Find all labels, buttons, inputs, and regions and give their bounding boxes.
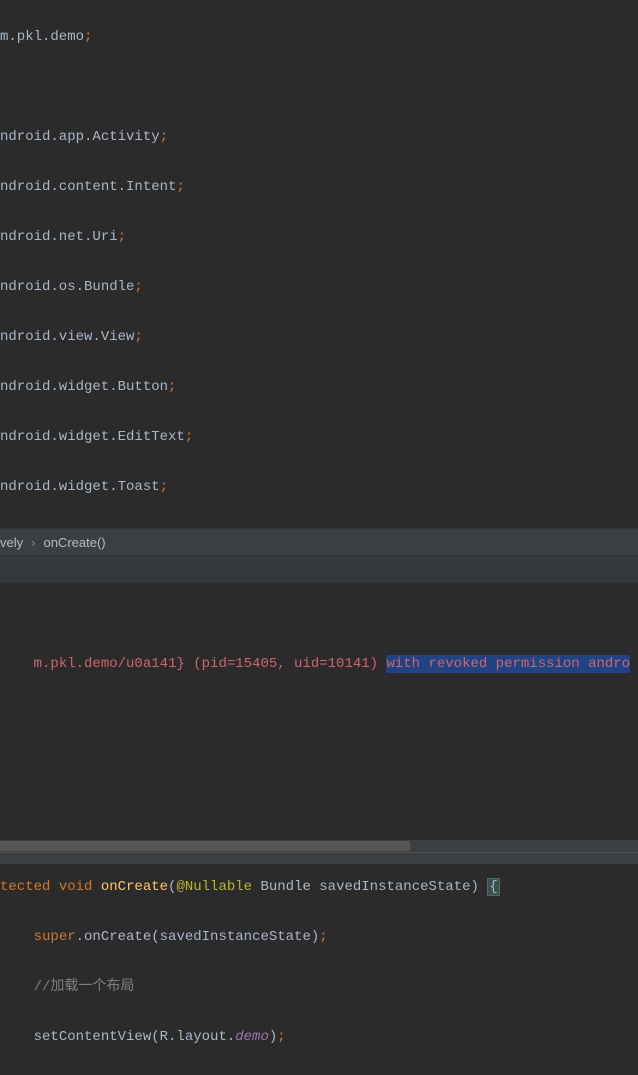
keyword: void xyxy=(59,879,101,895)
keyword: super xyxy=(34,929,76,945)
resource-ref: demo xyxy=(235,1029,269,1045)
horizontal-scrollbar[interactable] xyxy=(0,840,638,852)
call: .onCreate(savedInstanceState) xyxy=(76,929,320,945)
indent xyxy=(0,929,34,945)
import-text: ndroid.os.Bundle xyxy=(0,279,134,295)
status-bar xyxy=(0,852,638,864)
semicolon: ; xyxy=(319,929,327,945)
semicolon: ; xyxy=(160,479,168,495)
import-text: ndroid.widget.EditText xyxy=(0,429,185,445)
semicolon: ; xyxy=(176,179,184,195)
selected-text: with revoked permission andro xyxy=(386,655,630,673)
breadcrumb[interactable]: vely › onCreate() xyxy=(0,528,638,556)
import-text: ndroid.widget.Button xyxy=(0,379,168,395)
semicolon: ; xyxy=(134,279,142,295)
comment: //加载一个布局 xyxy=(34,979,135,995)
import-text: ndroid.widget.Toast xyxy=(0,479,160,495)
keyword: tected xyxy=(0,879,59,895)
method-name: onCreate xyxy=(101,879,168,895)
scrollbar-thumb[interactable] xyxy=(0,841,410,851)
paren: ( xyxy=(168,879,176,895)
matched-brace: { xyxy=(487,878,499,896)
log-error-text: m.pkl.demo/u0a141} (pid=15405, uid=10141… xyxy=(34,656,387,672)
console-toolbar xyxy=(0,556,638,584)
params: Bundle savedInstanceState) xyxy=(260,879,487,895)
semicolon: ; xyxy=(160,129,168,145)
indent xyxy=(0,979,34,995)
call: setContentView(R.layout. xyxy=(34,1029,236,1045)
import-text: ndroid.view.View xyxy=(0,329,134,345)
import-text: ndroid.content.Intent xyxy=(0,179,176,195)
semicolon: ; xyxy=(185,429,193,445)
paren: ) xyxy=(269,1029,277,1045)
semicolon: ; xyxy=(134,329,142,345)
breadcrumb-item[interactable]: onCreate() xyxy=(43,535,105,550)
console-output[interactable]: m.pkl.demo/u0a141} (pid=15405, uid=10141… xyxy=(0,584,638,840)
chevron-right-icon: › xyxy=(31,535,35,550)
breadcrumb-item[interactable]: vely xyxy=(0,535,23,550)
indent xyxy=(0,1029,34,1045)
import-text: ndroid.app.Activity xyxy=(0,129,160,145)
semicolon: ; xyxy=(118,229,126,245)
code-text: m.pkl.demo xyxy=(0,29,84,45)
import-text: ndroid.net.Uri xyxy=(0,229,118,245)
semicolon: ; xyxy=(84,29,92,45)
semicolon: ; xyxy=(168,379,176,395)
semicolon: ; xyxy=(277,1029,285,1045)
annotation: @Nullable xyxy=(176,879,260,895)
